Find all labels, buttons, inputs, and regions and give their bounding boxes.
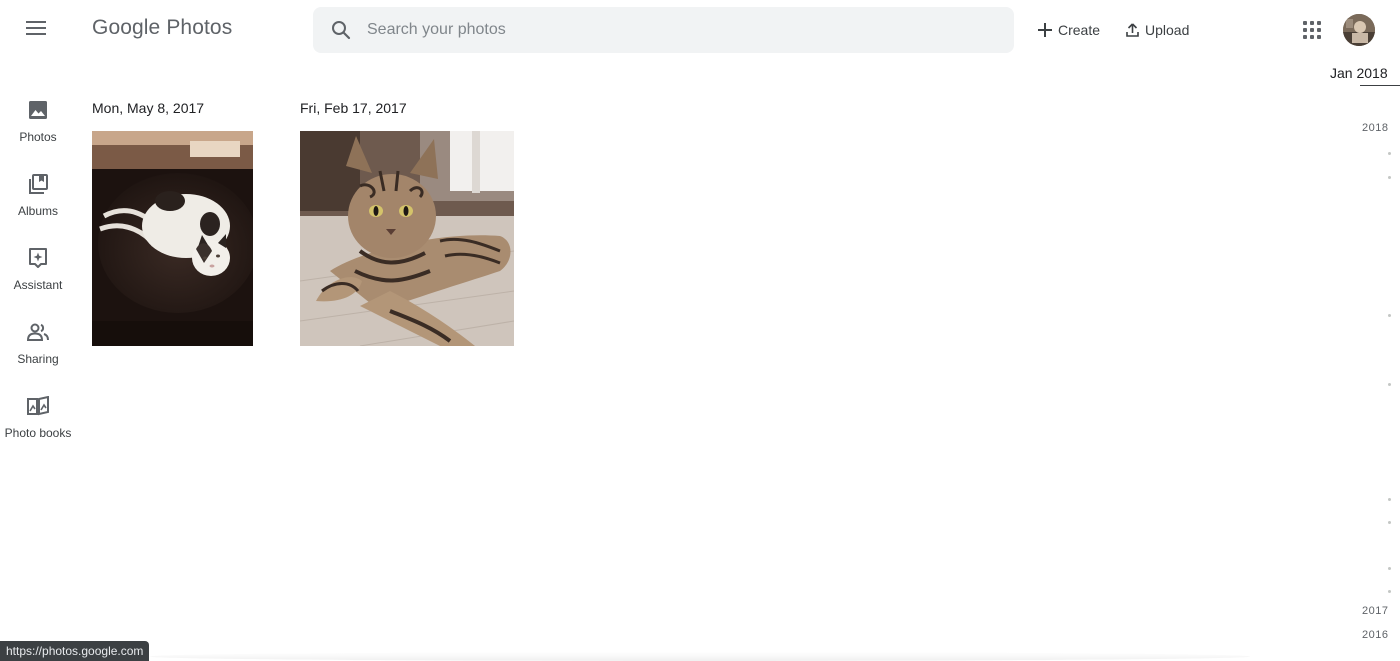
photo-thumbnail[interactable] [92, 131, 253, 346]
google-photos-logo[interactable]: Google Photos [92, 16, 232, 44]
logo-letter: G [92, 16, 109, 39]
apps-grid-icon-dot [1303, 35, 1307, 39]
apps-grid-icon-dot [1317, 28, 1321, 32]
sidebar-item-label: Photos [19, 130, 57, 144]
bottom-fade [150, 652, 1250, 661]
timeline-dot[interactable] [1388, 521, 1391, 524]
top-app-bar: Google Photos Create Upload [0, 0, 1400, 60]
plus-icon [1038, 23, 1052, 37]
hamburger-menu-icon [26, 20, 46, 40]
timeline-year[interactable]: 2016 [1362, 629, 1388, 641]
photo-group-date: Mon, May 8, 2017 [92, 100, 205, 116]
logo-letter: o [120, 16, 132, 39]
timeline-dot[interactable] [1388, 152, 1391, 155]
search-bar[interactable] [313, 7, 1014, 53]
albums-icon [26, 172, 50, 196]
timeline-dot[interactable] [1388, 590, 1391, 593]
apps-grid-icon-dot [1310, 21, 1314, 25]
logo-letter: g [132, 16, 144, 39]
apps-grid-icon-dot [1310, 35, 1314, 39]
upload-label: Upload [1145, 22, 1190, 38]
logo-photos-word: Photos [166, 16, 233, 39]
create-label: Create [1058, 22, 1101, 38]
apps-grid-icon [1303, 21, 1307, 25]
assistant-icon [26, 246, 50, 270]
status-url-tooltip: https://photos.google.com [0, 641, 150, 661]
sidebar-item-assistant[interactable]: Assistant [0, 240, 76, 314]
upload-button[interactable]: Upload [1126, 18, 1189, 42]
timeline-dot[interactable] [1388, 567, 1391, 570]
search-input[interactable] [367, 21, 967, 39]
photo-thumbnail[interactable] [300, 131, 514, 346]
create-button[interactable]: Create [1038, 18, 1100, 42]
timeline-dot[interactable] [1388, 176, 1391, 179]
sidebar-item-photos[interactable]: Photos [0, 92, 76, 166]
sidebar-item-label: Albums [17, 204, 58, 218]
sidebar-item-albums[interactable]: Albums [0, 166, 76, 240]
photo-icon [26, 98, 50, 122]
logo-google-word: Google [92, 16, 160, 40]
account-avatar[interactable] [1343, 14, 1375, 46]
photo-book-icon [26, 394, 50, 418]
upload-icon [1126, 23, 1139, 37]
apps-grid-icon-dot [1317, 35, 1321, 39]
apps-grid-icon-dot [1310, 28, 1314, 32]
timeline-year[interactable]: 2017 [1362, 605, 1388, 617]
sidebar-item-sharing[interactable]: Sharing [0, 314, 76, 388]
white-black-cat-photo [92, 131, 253, 346]
google-apps-button[interactable] [1300, 18, 1324, 42]
photo-group-date: Fri, Feb 17, 2017 [300, 100, 407, 116]
apps-grid-icon-dot [1303, 28, 1307, 32]
logo-letter: o [108, 16, 121, 39]
sidebar-item-label: Photo books [4, 426, 72, 440]
timeline-current-date: Jan 2018 [1330, 65, 1388, 81]
sidebar-item-label: Assistant [13, 278, 63, 292]
timeline-dot[interactable] [1388, 314, 1391, 317]
apps-grid-icon-dot [1317, 21, 1321, 25]
logo-letter: e [148, 16, 161, 39]
sidebar-item-label: Sharing [17, 352, 59, 366]
timeline-current-marker [1360, 85, 1400, 86]
sidebar-item-photo-books[interactable]: Photo books [0, 388, 76, 462]
timeline-dot[interactable] [1388, 498, 1391, 501]
timeline-dot[interactable] [1388, 383, 1391, 386]
sharing-icon [26, 320, 50, 344]
search-icon[interactable] [329, 18, 353, 42]
timeline-year[interactable]: 2018 [1362, 122, 1388, 134]
main-menu-button[interactable] [16, 10, 56, 50]
bengal-cat-photo [300, 131, 514, 346]
side-nav: Photos Albums Assistant Sharing Photo bo… [0, 92, 76, 462]
